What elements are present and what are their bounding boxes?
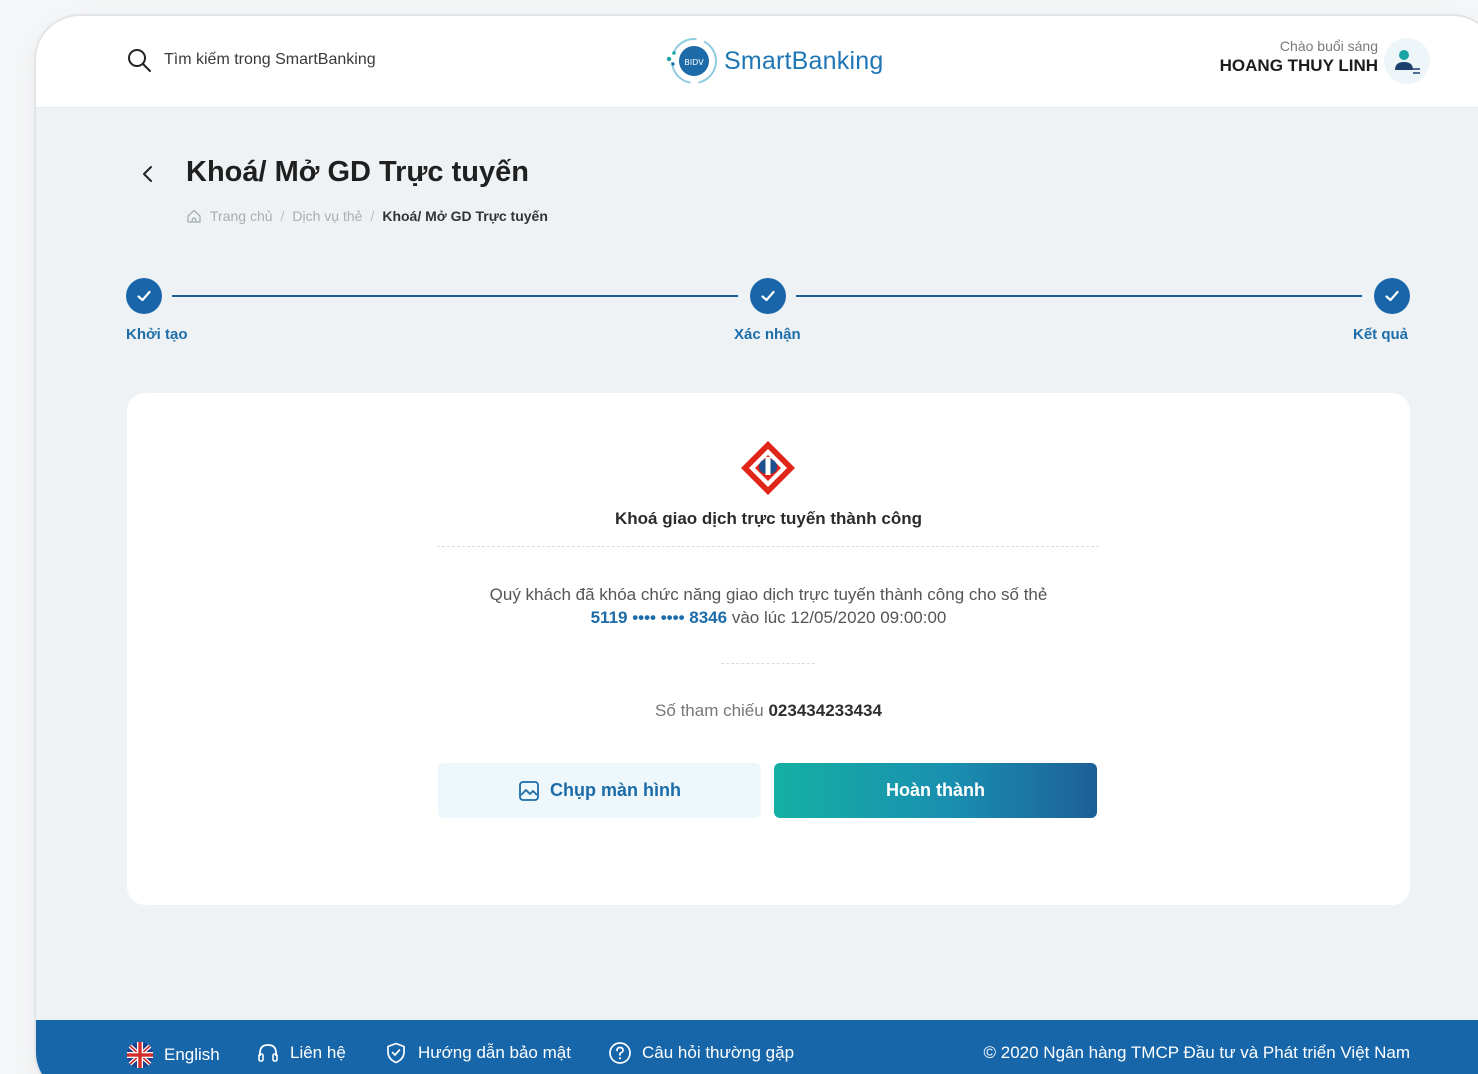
message-line-2: 5119 •••• •••• 8346 vào lúc 12/05/2020 0… (127, 606, 1410, 629)
uk-flag-icon (127, 1042, 153, 1068)
check-icon (137, 290, 151, 302)
card-number: 5119 •••• •••• 8346 (590, 608, 728, 627)
faq-link[interactable]: Câu hỏi thường gặp (608, 1041, 794, 1065)
user-greeting: Chào buổi sáng HOANG THUY LINH (1220, 38, 1378, 76)
breadcrumb-current: Khoá/ Mở GD Trực tuyến (382, 208, 548, 224)
done-button-label: Hoàn thành (886, 780, 985, 800)
result-card: Khoá giao dịch trực tuyến thành công Quý… (127, 393, 1410, 905)
user-avatar[interactable] (1384, 38, 1430, 84)
search-bar[interactable]: Tìm kiếm trong SmartBanking (126, 47, 376, 73)
result-title: Khoá giao dịch trực tuyến thành công (615, 509, 922, 528)
search-input[interactable]: Tìm kiếm trong SmartBanking (164, 51, 376, 69)
smartbanking-logo[interactable]: BIDV SmartBanking (664, 33, 883, 89)
bidv-logo-icon: BIDV (666, 38, 717, 84)
security-guide-label: Hướng dẫn bảo mật (418, 1043, 571, 1062)
step-1-indicator (126, 278, 162, 314)
breadcrumb-separator: / (280, 208, 285, 224)
reference-number: Số tham chiếu 023434233434 (127, 701, 1410, 721)
reference-label: Số tham chiếu (655, 701, 764, 720)
greeting-text: Chào buổi sáng (1279, 38, 1378, 54)
step-1-label: Khởi tạo (126, 326, 188, 343)
language-switch[interactable]: English (126, 1041, 220, 1069)
check-icon (761, 290, 775, 302)
divider (721, 663, 815, 664)
faq-label: Câu hỏi thường gặp (642, 1043, 795, 1062)
step-2-indicator (750, 278, 786, 314)
footer-bar: English Liên hệ Hướng dẫn bảo mật Câu hỏ… (36, 1020, 1478, 1074)
logo-badge-text: BIDV (684, 58, 704, 67)
copyright-text: © 2020 Ngân hàng TMCP Đầu tư và Phát tri… (983, 1043, 1410, 1062)
breadcrumb-separator: / (370, 208, 375, 224)
help-circle-icon (609, 1042, 631, 1064)
back-arrow-icon[interactable] (136, 162, 160, 186)
progress-stepper: Khởi tạo Xác nhận Kết quả (126, 278, 1410, 348)
contact-link[interactable]: Liên hệ (256, 1041, 346, 1065)
user-name: HOANG THUY LINH (1219, 56, 1378, 75)
result-message: Quý khách đã khóa chức năng giao dịch tr… (127, 583, 1410, 629)
brand-name: SmartBanking (724, 46, 884, 75)
reference-value: 023434233434 (768, 701, 882, 720)
step-connector (796, 295, 1362, 297)
screenshot-button[interactable]: Chụp màn hình (438, 763, 761, 818)
message-line-1: Quý khách đã khóa chức năng giao dịch tr… (489, 585, 1048, 604)
user-menu-icon (1395, 50, 1420, 74)
language-label: English (164, 1045, 220, 1064)
shield-check-icon (387, 1042, 405, 1064)
check-icon (1385, 290, 1399, 302)
headset-icon (258, 1044, 278, 1062)
page-title: Khoá/ Mở GD Trực tuyến (186, 156, 529, 188)
divider (437, 546, 1099, 547)
app-window: Tìm kiếm trong SmartBanking BIDV SmartBa… (36, 16, 1478, 1074)
security-guide-link[interactable]: Hướng dẫn bảo mật (384, 1041, 571, 1065)
contact-label: Liên hệ (290, 1043, 346, 1062)
step-2-label: Xác nhận (734, 326, 801, 343)
bidv-emblem-icon (741, 441, 795, 495)
search-icon (128, 49, 151, 72)
home-icon (187, 209, 201, 223)
image-icon (519, 780, 539, 801)
done-button[interactable]: Hoàn thành (774, 763, 1097, 818)
step-connector (172, 295, 738, 297)
breadcrumb-card-services[interactable]: Dịch vụ thẻ (292, 208, 362, 224)
step-3-label: Kết quả (1353, 326, 1409, 343)
top-header: Tìm kiếm trong SmartBanking BIDV SmartBa… (36, 16, 1478, 108)
message-time: vào lúc 12/05/2020 09:00:00 (731, 608, 947, 627)
breadcrumb: Trang chủ / Dịch vụ thẻ / Khoá/ Mở GD Tr… (186, 208, 548, 224)
screenshot-button-label: Chụp màn hình (550, 780, 681, 800)
step-3-indicator (1374, 278, 1410, 314)
breadcrumb-home[interactable]: Trang chủ (210, 208, 273, 224)
